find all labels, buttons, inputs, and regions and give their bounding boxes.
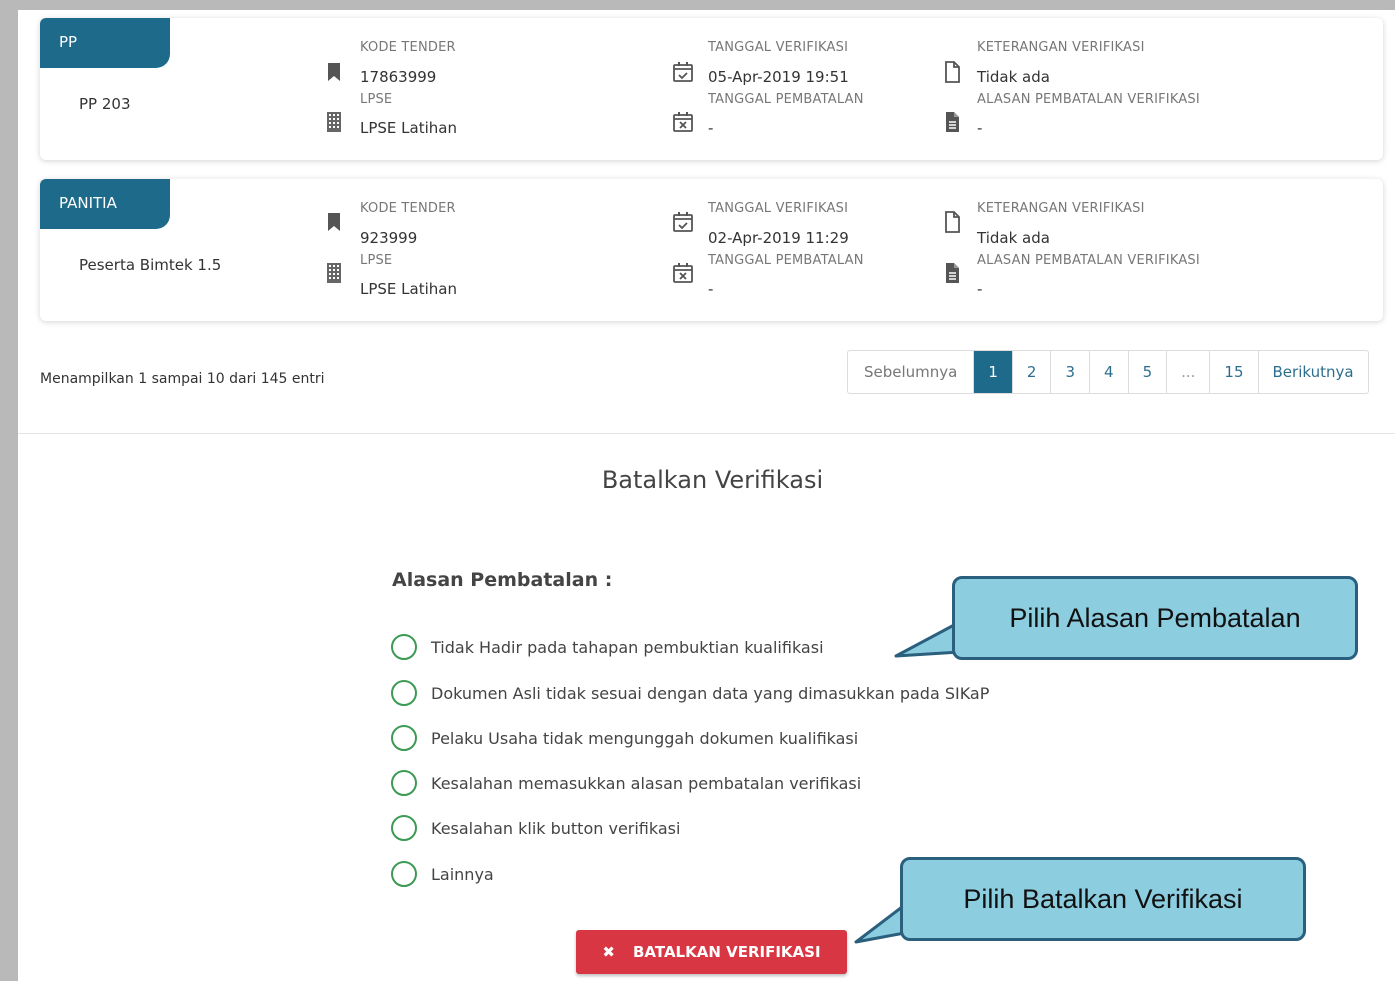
reason-option-label: Kesalahan klik button verifikasi xyxy=(431,818,681,838)
reason-option-kesalahan-klik[interactable]: Kesalahan klik button verifikasi xyxy=(391,814,680,842)
alasan-label: ALASAN PEMBATALAN VERIFIKASI xyxy=(977,253,1200,268)
lpse-value: LPSE Latihan xyxy=(360,119,457,137)
verification-card: PP PP 203 KODE TENDER 17863999 LPSE LPSE… xyxy=(40,18,1383,160)
tgl-verifikasi-label: TANGGAL VERIFIKASI xyxy=(708,201,849,216)
reason-option-label: Tidak Hadir pada tahapan pembuktian kual… xyxy=(431,637,824,657)
radio-button[interactable] xyxy=(391,634,417,660)
pagination-prev[interactable]: Sebelumnya xyxy=(848,351,973,393)
pagination-ellipsis: ... xyxy=(1166,351,1209,393)
calendar-check-icon xyxy=(673,212,693,232)
pagination-page-5[interactable]: 5 xyxy=(1127,351,1167,393)
reason-option-label: Dokumen Asli tidak sesuai dengan data ya… xyxy=(431,683,990,703)
building-icon xyxy=(327,112,341,132)
radio-button[interactable] xyxy=(391,680,417,706)
callout-select-reason: Pilih Alasan Pembatalan xyxy=(952,576,1358,660)
calendar-x-icon xyxy=(673,263,693,283)
pagination-page-15[interactable]: 15 xyxy=(1209,351,1257,393)
radio-button[interactable] xyxy=(391,815,417,841)
calendar-check-icon xyxy=(673,62,693,82)
radio-button[interactable] xyxy=(391,770,417,796)
cancel-verification-button[interactable]: ✖ BATALKAN VERIFIKASI xyxy=(576,930,847,974)
tgl-verifikasi-label: TANGGAL VERIFIKASI xyxy=(708,40,849,55)
reason-label: Alasan Pembatalan : xyxy=(392,569,613,591)
reason-option-tidak-mengunggah[interactable]: Pelaku Usaha tidak mengunggah dokumen ku… xyxy=(391,724,858,752)
modal-title: Batalkan Verifikasi xyxy=(601,466,824,494)
bookmark-icon xyxy=(328,63,340,81)
kode-tender-label: KODE TENDER xyxy=(360,201,456,216)
ket-verifikasi-label: KETERANGAN VERIFIKASI xyxy=(977,201,1145,216)
tgl-verifikasi-value: 02-Apr-2019 11:29 xyxy=(708,229,849,247)
building-icon xyxy=(327,263,341,283)
pagination-next[interactable]: Berikutnya xyxy=(1257,351,1368,393)
tgl-pembatalan-label: TANGGAL PEMBATALAN xyxy=(708,92,864,107)
radio-button[interactable] xyxy=(391,861,417,887)
pagination-page-3[interactable]: 3 xyxy=(1050,351,1089,393)
document-icon xyxy=(945,211,960,233)
reason-option-lainnya[interactable]: Lainnya xyxy=(391,860,494,888)
app-frame: PP PP 203 KODE TENDER 17863999 LPSE LPSE… xyxy=(18,10,1395,981)
radio-button[interactable] xyxy=(391,725,417,751)
member-name: Peserta Bimtek 1.5 xyxy=(79,256,222,274)
ket-verifikasi-value: Tidak ada xyxy=(977,68,1050,86)
reason-option-tidak-hadir[interactable]: Tidak Hadir pada tahapan pembuktian kual… xyxy=(391,633,824,661)
pagination-page-1[interactable]: 1 xyxy=(973,351,1012,393)
tgl-pembatalan-label: TANGGAL PEMBATALAN xyxy=(708,253,864,268)
reason-option-label: Kesalahan memasukkan alasan pembatalan v… xyxy=(431,773,862,793)
bookmark-icon xyxy=(328,213,340,231)
lpse-value: LPSE Latihan xyxy=(360,280,457,298)
section-divider xyxy=(18,433,1395,434)
verification-card: PANITIA Peserta Bimtek 1.5 KODE TENDER 9… xyxy=(40,179,1383,321)
role-tag: PANITIA xyxy=(40,179,170,229)
document-text-icon xyxy=(946,112,959,132)
alasan-label: ALASAN PEMBATALAN VERIFIKASI xyxy=(977,92,1200,107)
tgl-pembatalan-value: - xyxy=(708,119,714,137)
kode-tender-value: 17863999 xyxy=(360,68,437,86)
kode-tender-label: KODE TENDER xyxy=(360,40,456,55)
reason-option-label: Pelaku Usaha tidak mengunggah dokumen ku… xyxy=(431,728,859,748)
lpse-label: LPSE xyxy=(360,253,393,268)
alasan-value: - xyxy=(977,119,983,137)
alasan-value: - xyxy=(977,280,983,298)
pagination-page-2[interactable]: 2 xyxy=(1011,351,1051,393)
ket-verifikasi-value: Tidak ada xyxy=(977,229,1050,247)
close-icon: ✖ xyxy=(602,943,615,961)
lpse-label: LPSE xyxy=(360,92,393,107)
tgl-verifikasi-value: 05-Apr-2019 19:51 xyxy=(708,68,849,86)
table-info: Menampilkan 1 sampai 10 dari 145 entri xyxy=(40,371,325,387)
callout-select-cancel: Pilih Batalkan Verifikasi xyxy=(900,857,1306,941)
member-name: PP 203 xyxy=(79,95,131,113)
ket-verifikasi-label: KETERANGAN VERIFIKASI xyxy=(977,40,1145,55)
pagination-page-4[interactable]: 4 xyxy=(1089,351,1128,393)
kode-tender-value: 923999 xyxy=(360,229,418,247)
document-icon xyxy=(945,61,960,83)
cancel-verification-label: BATALKAN VERIFIKASI xyxy=(633,943,821,961)
reason-option-label: Lainnya xyxy=(431,864,494,884)
calendar-x-icon xyxy=(673,112,693,132)
pagination: Sebelumnya 1 2 3 4 5 ... 15 Berikutnya xyxy=(847,350,1369,394)
document-text-icon xyxy=(946,263,959,283)
reason-option-kesalahan-alasan[interactable]: Kesalahan memasukkan alasan pembatalan v… xyxy=(391,769,861,797)
tgl-pembatalan-value: - xyxy=(708,280,714,298)
role-tag: PP xyxy=(40,18,170,68)
reason-option-dokumen-tidak-sesuai[interactable]: Dokumen Asli tidak sesuai dengan data ya… xyxy=(391,679,989,707)
